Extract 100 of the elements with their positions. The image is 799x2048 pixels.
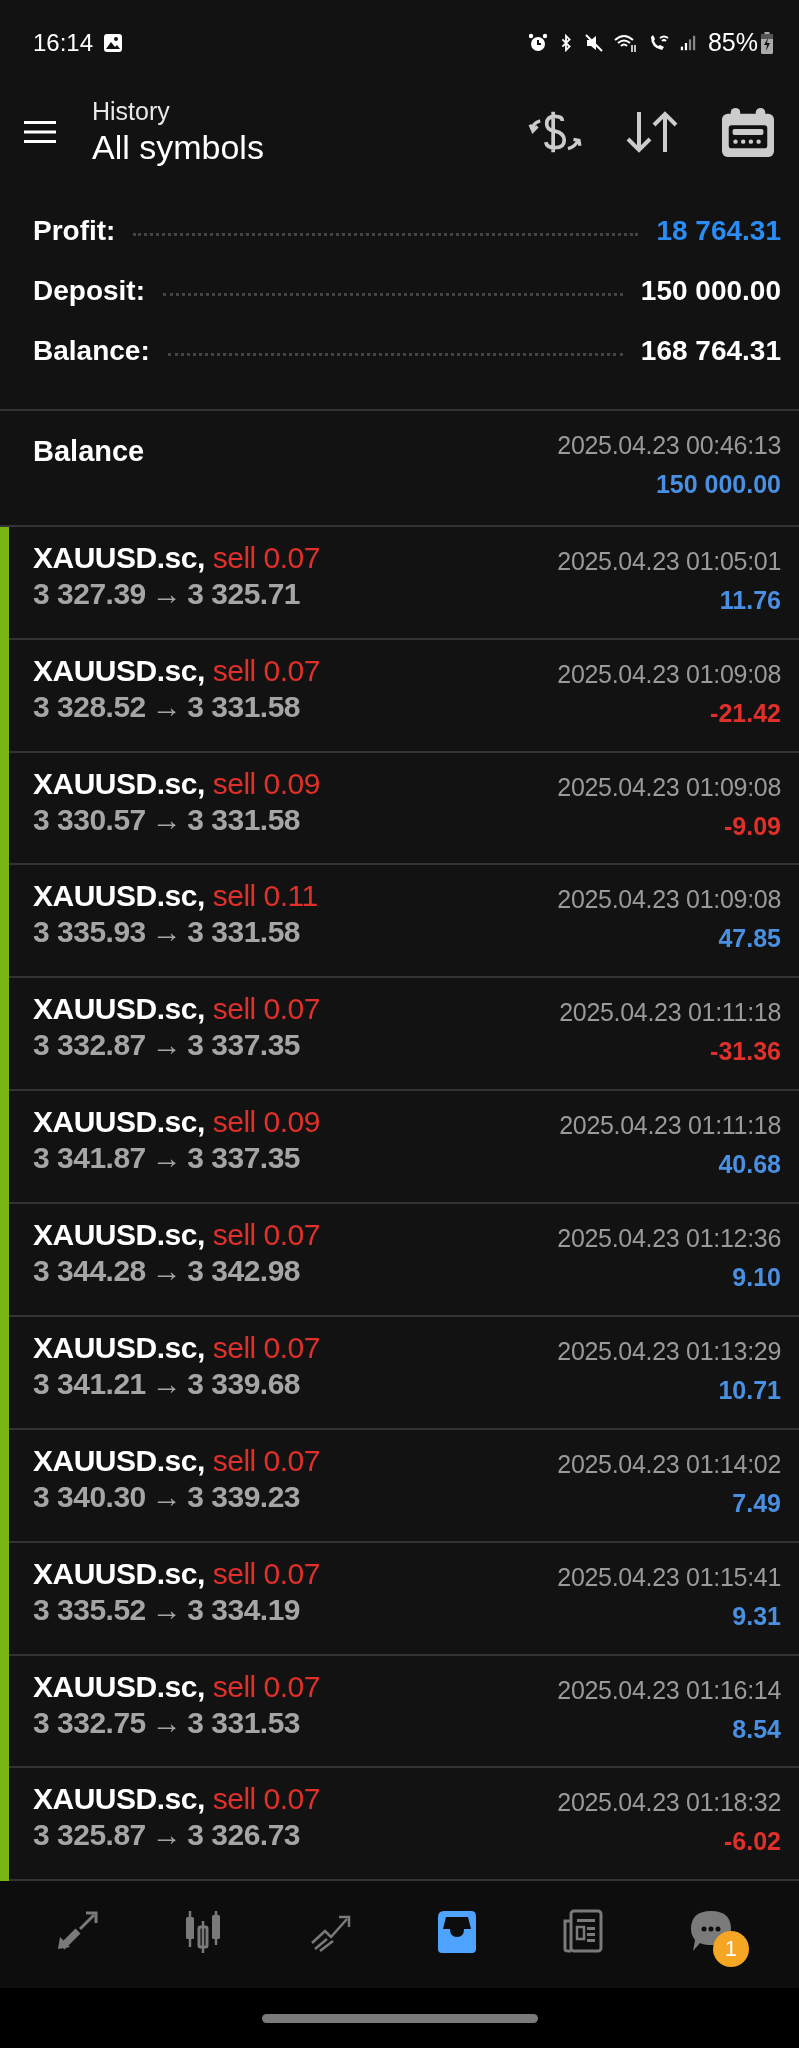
deal-time: 2025.04.23 01:05:01	[557, 546, 781, 576]
close-price: 3 331.58	[187, 915, 301, 950]
image-icon	[103, 32, 124, 53]
open-price: 3 325.87	[33, 1818, 146, 1853]
trade-profit: 40.68	[718, 1150, 781, 1180]
arrow-glyph: →	[151, 1366, 182, 1401]
symbol-name: XAUUSD.sc,	[33, 766, 205, 801]
deal-time: 2025.04.23 01:16:14	[557, 1675, 781, 1705]
summary-label: Profit:	[33, 214, 116, 247]
mute-icon	[583, 32, 604, 53]
arrow-glyph: →	[151, 1479, 182, 1514]
arrow-glyph: →	[151, 1818, 182, 1853]
arrow-glyph: →	[151, 1705, 182, 1740]
trade-row[interactable]: XAUUSD.sc, sell 0.07 3 341.21 → 3 339.68 2025.04.23 01:13:29 10.71	[0, 1316, 799, 1430]
deal-time: 2025.04.23 01:12:36	[557, 1224, 781, 1254]
deal-time: 2025.04.23 01:13:29	[557, 1336, 781, 1366]
menu-button[interactable]	[24, 120, 56, 144]
trade-side: sell 0.07	[212, 653, 320, 688]
close-price: 3 337.35	[187, 1028, 301, 1063]
trade-profit: -21.42	[710, 698, 781, 728]
close-price: 3 325.71	[187, 576, 301, 611]
symbol-name: XAUUSD.sc,	[33, 1330, 205, 1365]
trade-profit: -6.02	[724, 1827, 781, 1857]
home-indicator[interactable]	[261, 2013, 538, 2023]
sort-button[interactable]	[625, 110, 679, 154]
close-price: 3 334.19	[187, 1592, 301, 1627]
trade-profit: 10.71	[718, 1375, 781, 1405]
trade-side: sell 0.07	[212, 1556, 320, 1591]
deal-time: 2025.04.23 01:09:08	[557, 659, 781, 689]
arrow-glyph: →	[151, 1254, 182, 1289]
trade-row[interactable]: XAUUSD.sc, sell 0.11 3 335.93 → 3 331.58 2025.04.23 01:09:08 47.85	[0, 865, 799, 979]
trade-row[interactable]: XAUUSD.sc, sell 0.07 3 340.30 → 3 339.23 2025.04.23 01:14:02 7.49	[0, 1429, 799, 1543]
trade-row[interactable]: XAUUSD.sc, sell 0.07 3 332.75 → 3 331.53 2025.04.23 01:16:14 8.54	[0, 1655, 799, 1769]
arrow-glyph: →	[151, 689, 182, 724]
header-subtitle: History	[92, 97, 171, 126]
trade-side: sell 0.07	[212, 1218, 320, 1253]
close-price: 3 331.58	[187, 689, 301, 724]
summary-value: 150 000.00	[640, 274, 781, 307]
arrow-glyph: →	[151, 1592, 182, 1627]
trade-row[interactable]: XAUUSD.sc, sell 0.07 3 344.28 → 3 342.98 2025.04.23 01:12:36 9.10	[0, 1204, 799, 1317]
symbol-name: XAUUSD.sc,	[33, 1443, 205, 1478]
symbol-name: XAUUSD.sc,	[33, 879, 205, 914]
symbol-name: XAUUSD.sc,	[33, 653, 205, 688]
trade-row[interactable]: XAUUSD.sc, sell 0.07 3 327.39 → 3 325.71 2025.04.23 01:05:01 11.76	[0, 526, 799, 640]
arrow-glyph: →	[151, 915, 182, 950]
open-price: 3 344.28	[33, 1254, 146, 1289]
trade-profit: 47.85	[718, 924, 781, 954]
deal-time: 2025.04.23 01:09:08	[557, 772, 781, 802]
deal-time: 2025.04.23 01:14:02	[557, 1449, 781, 1479]
notification-badge: 1	[712, 1930, 749, 1967]
trade-side: sell 0.07	[212, 540, 320, 575]
trade-profit: 7.49	[732, 1488, 781, 1518]
trade-side: sell 0.07	[212, 1669, 320, 1704]
trade-side: sell 0.07	[212, 1782, 320, 1817]
trade-side: sell 0.07	[212, 992, 320, 1027]
trade-row[interactable]: XAUUSD.sc, sell 0.09 3 341.87 → 3 337.35 2025.04.23 01:11:18 40.68	[0, 1091, 799, 1205]
alarm-icon	[527, 32, 548, 53]
open-price: 3 340.30	[33, 1479, 146, 1514]
deal-time: 2025.04.23 01:15:41	[557, 1562, 781, 1592]
arrow-glyph: →	[151, 1028, 182, 1063]
close-price: 3 339.68	[187, 1366, 301, 1401]
close-price: 3 339.23	[187, 1479, 301, 1514]
symbol-name: XAUUSD.sc,	[33, 992, 205, 1027]
summary-label: Balance:	[33, 334, 150, 367]
status-time: 16:14	[33, 28, 94, 57]
deposit-amount: 150 000.00	[655, 469, 781, 499]
trade-side: sell 0.07	[212, 1443, 320, 1478]
open-price: 3 330.57	[33, 802, 146, 837]
trade-row[interactable]: XAUUSD.sc, sell 0.07 3 328.52 → 3 331.58 2025.04.23 01:09:08 -21.42	[0, 639, 799, 753]
trade-side: sell 0.07	[212, 1330, 320, 1365]
trade-row[interactable]: XAUUSD.sc, sell 0.09 3 330.57 → 3 331.58 2025.04.23 01:09:08 -9.09	[0, 752, 799, 866]
open-price: 3 327.39	[33, 576, 146, 611]
close-price: 3 342.98	[187, 1254, 301, 1289]
open-price: 3 328.52	[33, 689, 146, 724]
summary-label: Deposit:	[33, 274, 145, 307]
symbol-name: XAUUSD.sc,	[33, 1669, 205, 1704]
arrow-glyph: →	[151, 802, 182, 837]
trade-side: sell 0.09	[212, 766, 320, 801]
deal-time: 2025.04.23 00:46:13	[557, 430, 781, 460]
arrow-glyph: →	[151, 576, 182, 611]
battery-icon	[761, 31, 773, 54]
calendar-button[interactable]	[721, 106, 775, 158]
trade-profit: 8.54	[732, 1714, 781, 1744]
open-price: 3 332.75	[33, 1705, 146, 1740]
trade-profit: 11.76	[719, 585, 781, 615]
calendar-icon	[721, 106, 775, 158]
trade-profit: 9.10	[732, 1263, 781, 1293]
symbol-name: XAUUSD.sc,	[33, 1105, 205, 1140]
symbol-name: XAUUSD.sc,	[33, 1556, 205, 1591]
close-price: 3 331.53	[187, 1705, 301, 1740]
trade-row[interactable]: XAUUSD.sc, sell 0.07 3 335.52 → 3 334.19 2025.04.23 01:15:41 9.31	[0, 1542, 799, 1656]
open-price: 3 335.52	[33, 1592, 146, 1627]
header-title: All symbols	[92, 128, 265, 167]
close-price: 3 326.73	[187, 1818, 301, 1853]
open-price: 3 335.93	[33, 915, 146, 950]
trade-profit: 9.31	[732, 1601, 781, 1631]
symbol-name: XAUUSD.sc,	[33, 1218, 205, 1253]
trade-row[interactable]: XAUUSD.sc, sell 0.07 3 332.87 → 3 337.35 2025.04.23 01:11:18 -31.36	[0, 978, 799, 1092]
trade-profit: -31.36	[710, 1037, 781, 1067]
deal-time: 2025.04.23 01:18:32	[557, 1788, 781, 1818]
